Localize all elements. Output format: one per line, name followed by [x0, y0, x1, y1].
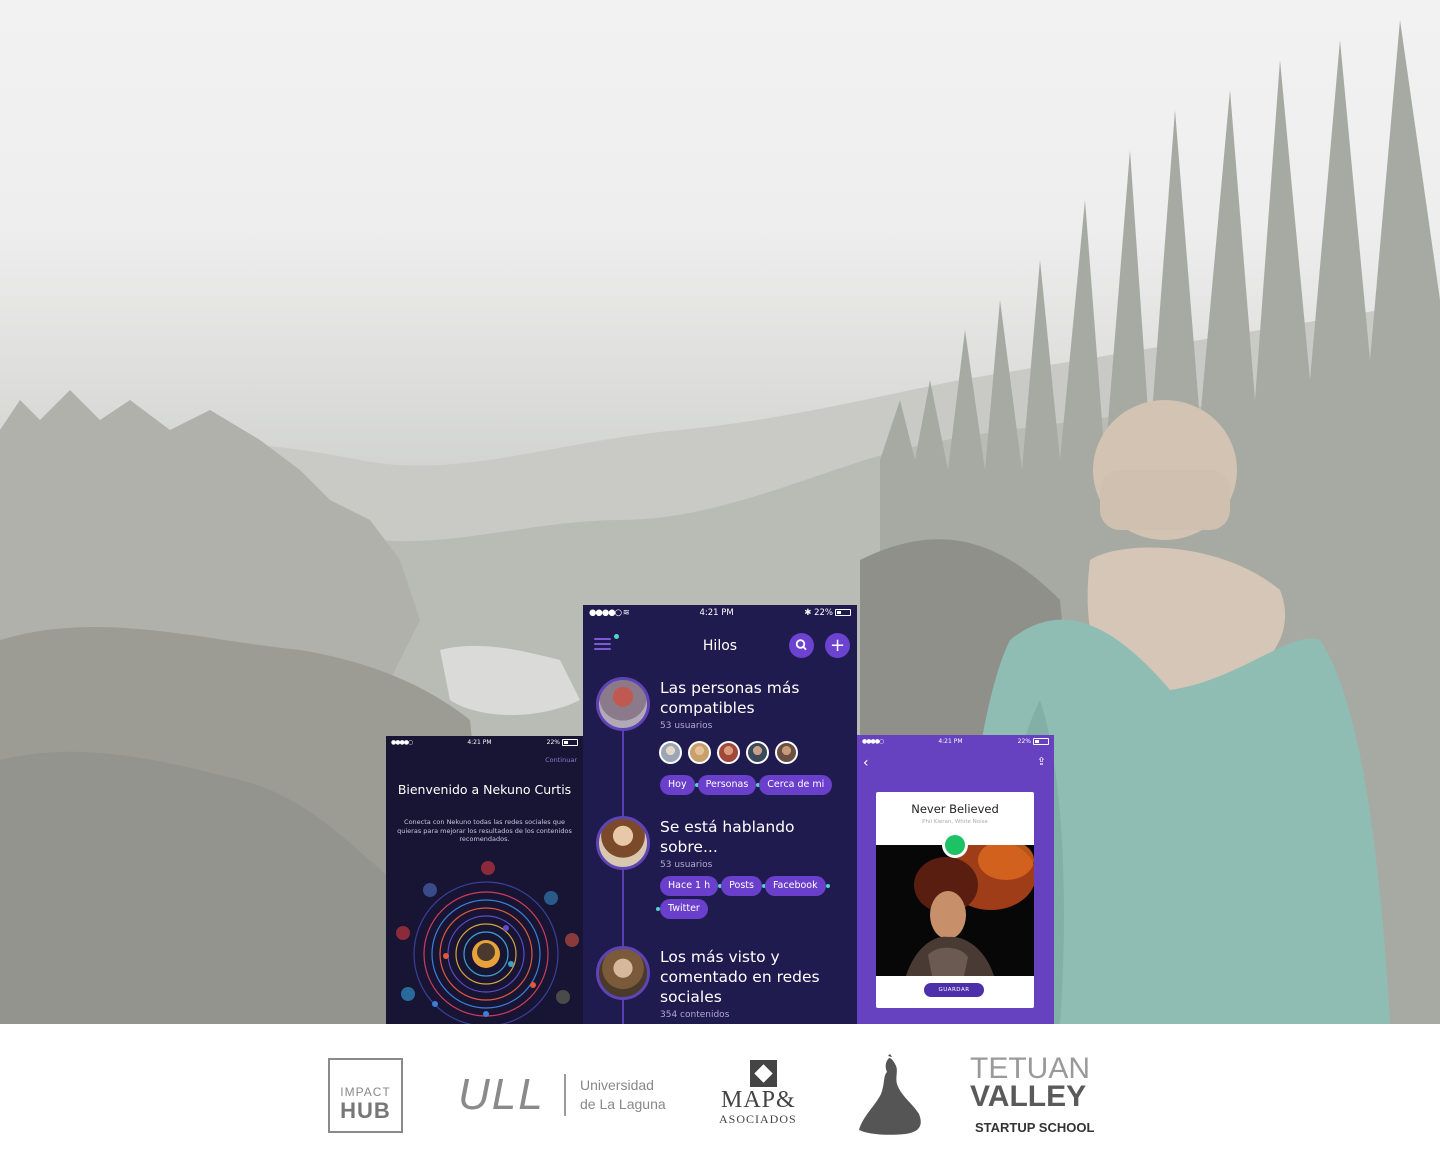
status-time: 4:21 PM: [467, 738, 492, 746]
ull-logo-text: Universidad de La Laguna: [580, 1076, 666, 1114]
thread-subtitle: 53 usuarios: [660, 860, 713, 870]
thread-tags: Hace 1 h Posts Facebook Twitter: [656, 876, 850, 919]
youtube-icon[interactable]: [481, 861, 495, 875]
album-cover: [876, 845, 1034, 976]
tag-chip[interactable]: Hoy: [660, 775, 699, 795]
continue-button[interactable]: Continuar: [545, 756, 577, 764]
ull-divider: [564, 1074, 566, 1116]
signal-icon: ●●●●○ ≋: [589, 607, 630, 618]
track-artist: Phil Kieran, White Noise: [922, 819, 988, 825]
welcome-title: Bienvenido a Nekuno Curtis: [397, 782, 572, 797]
partner-logos: IMPACT HUB ULL Universidad de La Laguna …: [0, 1024, 1440, 1166]
track-title: Never Believed: [911, 802, 999, 816]
google-plus-icon[interactable]: [565, 933, 579, 947]
thread-avatar: [596, 946, 650, 1000]
status-time: 4:21 PM: [699, 607, 734, 618]
tetuan-valley-line3: STARTUP SCHOOL: [975, 1120, 1095, 1135]
signal-icon: ●●●●○: [862, 737, 884, 745]
stack-icon[interactable]: [556, 990, 570, 1004]
avatar[interactable]: [659, 741, 682, 764]
twitter-icon[interactable]: [401, 987, 415, 1001]
phone-content-detail-screen: ●●●●○ 4:21 PM 22% ‹ ⇪ Never Believed Phi…: [857, 735, 1054, 1024]
tag-chip[interactable]: Hace 1 h: [660, 876, 723, 896]
signal-icon: ●●●●○: [391, 738, 413, 746]
impact-hub-line1: IMPACT: [340, 1085, 391, 1099]
page-title: Hilos: [702, 638, 738, 654]
thread-subtitle: 354 contenidos: [660, 1010, 730, 1020]
thread-subtitle: 53 usuarios: [660, 721, 713, 731]
save-button[interactable]: GUARDAR: [924, 983, 984, 997]
ull-logo-mark: ULL: [458, 1070, 545, 1119]
user-avatars: [659, 741, 798, 764]
hen-logo: [859, 1054, 921, 1135]
thread-title: Se está hablando sobre...: [660, 818, 795, 856]
map-logo-text: MAP&: [721, 1087, 796, 1113]
welcome-description: Conecta con Nekuno todas las redes socia…: [397, 818, 572, 843]
ull-line1: Universidad: [580, 1077, 654, 1093]
facebook-icon[interactable]: [423, 883, 437, 897]
tag-chip[interactable]: Twitter: [656, 899, 708, 919]
status-time: 4:21 PM: [938, 737, 963, 745]
ull-line2: de La Laguna: [580, 1096, 666, 1112]
share-icon[interactable]: ⇪: [1037, 755, 1046, 768]
status-bar: ●●●●○ ≋ 4:21 PM ✱ 22%: [583, 605, 857, 620]
battery-icon: [1033, 737, 1049, 745]
plus-icon: +: [829, 635, 846, 656]
map-logo-subtext: ASOCIADOS: [719, 1112, 797, 1126]
tetuan-valley-line2: VALLEY: [970, 1080, 1087, 1113]
social-orbit-graphic: [396, 861, 579, 1024]
tag-chip[interactable]: Facebook: [764, 876, 830, 896]
content-card[interactable]: Never Believed Phil Kieran, White Noise …: [876, 792, 1034, 1008]
nav-bar: Hilos +: [583, 623, 857, 659]
add-button[interactable]: +: [825, 633, 850, 658]
status-bar: ●●●●○ 4:21 PM 22%: [386, 736, 583, 748]
thread-title: Los más visto y comentado en redes socia…: [660, 948, 820, 1006]
search-icon: [795, 639, 807, 651]
battery-icon: [835, 608, 851, 616]
thread-tags: Hoy Personas Cerca de mi: [660, 775, 850, 795]
search-button[interactable]: [789, 633, 814, 658]
tag-chip[interactable]: Cerca de mi: [759, 775, 833, 795]
tag-chip[interactable]: Personas: [697, 775, 760, 795]
status-bar: ●●●●○ 4:21 PM 22%: [857, 735, 1054, 747]
tag-chip[interactable]: Posts: [721, 876, 766, 896]
thread-avatar: [596, 816, 650, 870]
avatar[interactable]: [775, 741, 798, 764]
linkedin-icon[interactable]: [544, 891, 558, 905]
impact-hub-line2: HUB: [340, 1098, 391, 1123]
avatar[interactable]: [688, 741, 711, 764]
battery-icon: [562, 738, 578, 746]
avatar[interactable]: [746, 741, 769, 764]
back-arrow-icon[interactable]: ‹: [863, 755, 869, 771]
pinterest-icon[interactable]: [396, 926, 410, 940]
impact-hub-logo: IMPACT HUB: [328, 1058, 403, 1133]
thread-title: Las personas más compatibles: [660, 679, 800, 717]
spotify-icon[interactable]: [942, 832, 968, 858]
avatar[interactable]: [717, 741, 740, 764]
battery-percent: 22%: [546, 738, 560, 746]
phone-onboarding-screen: ●●●●○ 4:21 PM 22% Continuar Bienvenido a…: [386, 736, 583, 1024]
battery-percent: 22%: [1017, 737, 1031, 745]
phone-threads-screen: ●●●●○ ≋ 4:21 PM ✱ 22% Hilos + Las person…: [583, 605, 857, 1024]
battery-percent: 22%: [814, 607, 833, 618]
thread-avatar: [596, 677, 650, 731]
